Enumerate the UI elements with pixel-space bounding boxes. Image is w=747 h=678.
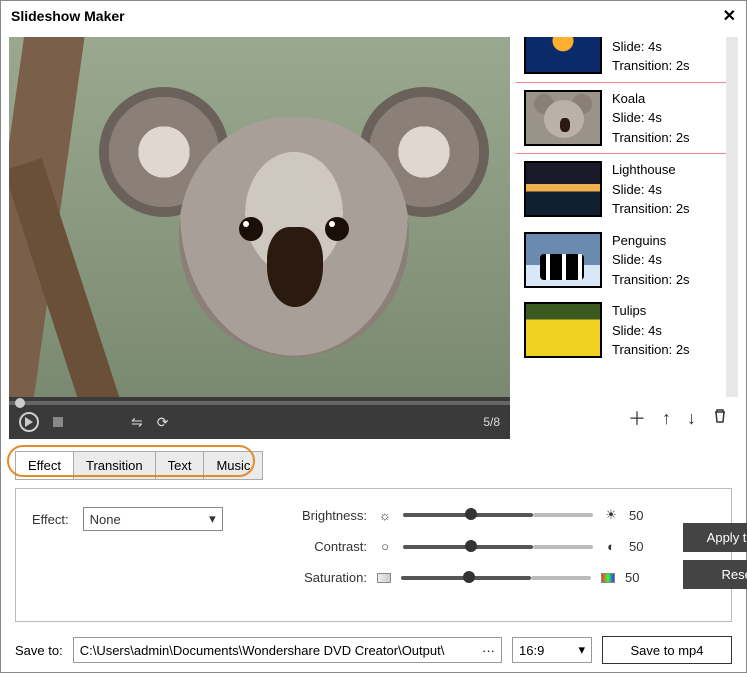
saturation-low-icon xyxy=(377,573,391,583)
thumbnail xyxy=(524,90,602,146)
thumbnail xyxy=(524,37,602,74)
tabs: Effect Transition Text Music xyxy=(1,439,746,480)
preview-image xyxy=(9,37,510,397)
slide-item-tulips[interactable]: Tulips Slide: 4s Transition: 2s xyxy=(516,295,726,366)
slideshow-maker-window: Slideshow Maker ✕ xyxy=(0,0,747,673)
slide-item-jellyfish[interactable]: Jellyfish Slide: 4s Transition: 2s xyxy=(516,37,726,82)
contrast-value: 50 xyxy=(629,539,643,554)
slide-actions: ＋ ↑ ↓ xyxy=(516,397,738,439)
reset-button[interactable]: Reset xyxy=(683,560,747,589)
effect-value: None xyxy=(90,512,121,527)
brightness-slider[interactable] xyxy=(403,513,533,517)
slide-counter: 5/8 xyxy=(483,415,500,429)
saturation-label: Saturation: xyxy=(292,570,367,585)
tab-effect[interactable]: Effect xyxy=(15,451,74,480)
slide-transition: Transition: 2s xyxy=(612,199,690,219)
save-to-mp4-button[interactable]: Save to mp4 xyxy=(602,636,732,664)
close-icon[interactable]: ✕ xyxy=(723,6,736,26)
save-row: Save to: C:\Users\admin\Documents\Wonder… xyxy=(1,622,746,678)
apply-to-all-button[interactable]: Apply to all xyxy=(683,523,747,552)
save-path-value: C:\Users\admin\Documents\Wondershare DVD… xyxy=(80,643,445,658)
aspect-ratio-select[interactable]: 16:9 ▾ xyxy=(512,637,592,663)
app-title: Slideshow Maker xyxy=(11,8,125,24)
tab-music[interactable]: Music xyxy=(203,451,263,480)
contrast-slider[interactable] xyxy=(403,545,533,549)
slide-item-koala[interactable]: Koala Slide: 4s Transition: 2s xyxy=(516,82,726,155)
slide-item-penguins[interactable]: Penguins Slide: 4s Transition: 2s xyxy=(516,225,726,296)
delete-icon[interactable] xyxy=(712,408,728,429)
move-up-icon[interactable]: ↑ xyxy=(662,408,671,429)
save-path-field[interactable]: C:\Users\admin\Documents\Wondershare DVD… xyxy=(73,637,502,663)
slide-name: Koala xyxy=(612,89,690,109)
chevron-down-icon: ▾ xyxy=(209,511,216,527)
stop-button[interactable] xyxy=(53,417,63,427)
effect-label: Effect: xyxy=(32,512,69,527)
add-slide-icon[interactable]: ＋ xyxy=(628,405,646,431)
effect-panel: Effect: None ▾ Brightness: ☼ ☀ 50 Contra… xyxy=(15,488,732,622)
slide-duration: Slide: 4s xyxy=(612,321,690,341)
brightness-high-icon: ☀ xyxy=(603,507,619,523)
slide-transition: Transition: 2s xyxy=(612,340,690,360)
slide-duration: Slide: 4s xyxy=(612,108,690,128)
rotate-icon[interactable]: ⟳ xyxy=(157,414,169,431)
scrollbar-thumb[interactable] xyxy=(726,277,738,331)
slide-duration: Slide: 4s xyxy=(612,250,690,270)
play-button[interactable] xyxy=(19,412,39,432)
saturation-slider[interactable] xyxy=(401,576,531,580)
slide-name: Penguins xyxy=(612,231,690,251)
flip-horizontal-icon[interactable]: ⇋ xyxy=(131,414,143,431)
contrast-label: Contrast: xyxy=(292,539,367,554)
brightness-value: 50 xyxy=(629,508,643,523)
thumbnail xyxy=(524,232,602,288)
aspect-ratio-value: 16:9 xyxy=(519,643,544,658)
saturation-high-icon xyxy=(601,573,615,583)
slide-transition: Transition: 2s xyxy=(612,56,690,76)
thumbnail xyxy=(524,302,602,358)
slide-name: Lighthouse xyxy=(612,160,690,180)
slide-duration: Slide: 4s xyxy=(612,180,690,200)
saturation-value: 50 xyxy=(625,570,639,585)
move-down-icon[interactable]: ↓ xyxy=(687,408,696,429)
contrast-high-icon: ◐ xyxy=(603,539,619,554)
thumbnail xyxy=(524,161,602,217)
preview-area: ⇋ ⟳ 5/8 xyxy=(9,37,510,439)
slide-name: Tulips xyxy=(612,301,690,321)
tab-text[interactable]: Text xyxy=(155,451,205,480)
brightness-label: Brightness: xyxy=(292,508,367,523)
tab-transition[interactable]: Transition xyxy=(73,451,156,480)
titlebar: Slideshow Maker ✕ xyxy=(1,1,746,31)
slide-item-lighthouse[interactable]: Lighthouse Slide: 4s Transition: 2s xyxy=(516,154,726,225)
save-to-label: Save to: xyxy=(15,643,63,658)
brightness-low-icon: ☼ xyxy=(377,508,393,523)
browse-icon[interactable]: ··· xyxy=(476,643,495,658)
slide-duration: Slide: 4s xyxy=(612,37,690,56)
slide-transition: Transition: 2s xyxy=(612,270,690,290)
effect-select[interactable]: None ▾ xyxy=(83,507,223,531)
contrast-low-icon: ○ xyxy=(377,539,393,554)
slide-list[interactable]: Jellyfish Slide: 4s Transition: 2s Koala… xyxy=(516,37,738,397)
chevron-down-icon: ▾ xyxy=(578,642,585,658)
slide-transition: Transition: 2s xyxy=(612,128,690,148)
